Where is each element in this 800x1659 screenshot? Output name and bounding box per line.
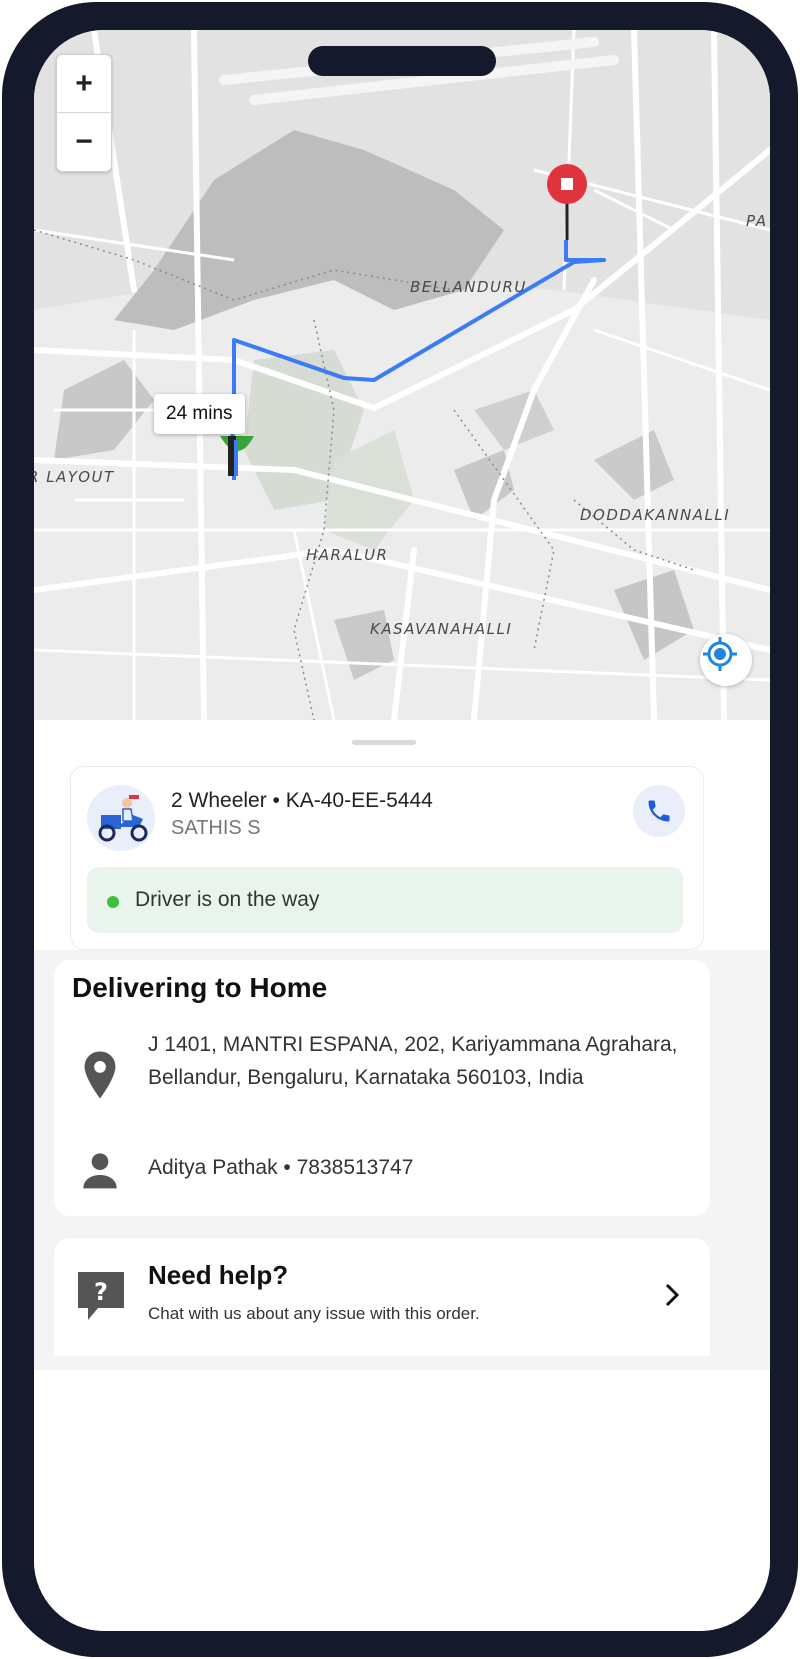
- zoom-control: + −: [56, 54, 112, 172]
- call-driver-button[interactable]: [633, 785, 685, 837]
- destination-pin-icon: [547, 164, 587, 240]
- map-place-label: DODDAKANNALLI: [580, 506, 731, 524]
- phone-icon: [648, 800, 670, 822]
- map-place-label: BELLANDURU: [410, 278, 527, 296]
- location-pin-icon: [84, 1051, 116, 1099]
- driver-status-banner: Driver is on the way: [87, 867, 683, 933]
- svg-text:?: ?: [94, 1278, 108, 1306]
- map-background: [34, 30, 770, 720]
- delivery-address: J 1401, MANTRI ESPANA, 202, Kariyammana …: [148, 1033, 678, 1089]
- status-dot: [107, 896, 119, 908]
- app-screen: BELLANDURU R LAYOUT DODDAKANNALLI HARALU…: [34, 30, 770, 1631]
- delivery-details-card: Delivering to Home J 1401, MANTRI ESPANA…: [54, 960, 710, 1216]
- map-place-label: R LAYOUT: [34, 468, 115, 486]
- delivery-title: Delivering to Home: [72, 972, 328, 1003]
- my-location-button[interactable]: [700, 634, 752, 686]
- bottom-sheet: 2 Wheeler • KA-40-EE-5444 SATHIS S Drive…: [34, 720, 770, 1631]
- map-place-label: KASAVANAHALLI: [370, 620, 513, 638]
- tracking-map[interactable]: BELLANDURU R LAYOUT DODDAKANNALLI HARALU…: [34, 30, 770, 720]
- eta-label: 24 mins: [154, 394, 245, 434]
- driver-name: SATHIS S: [171, 817, 261, 839]
- map-place-label: PA: [746, 212, 768, 230]
- map-place-label: HARALUR: [306, 546, 389, 564]
- vehicle-info: 2 Wheeler • KA-40-EE-5444: [171, 789, 433, 812]
- my-location-icon: [703, 637, 737, 671]
- help-subtitle: Chat with us about any issue with this o…: [148, 1304, 480, 1323]
- driver-marker-icon: [220, 436, 254, 476]
- delivery-bike-icon: [87, 785, 155, 851]
- chevron-right-icon[interactable]: [660, 1280, 684, 1310]
- help-title: Need help?: [148, 1260, 289, 1290]
- zoom-out-button[interactable]: −: [57, 113, 111, 170]
- phone-frame: BELLANDURU R LAYOUT DODDAKANNALLI HARALU…: [2, 2, 798, 1657]
- person-icon: [83, 1153, 117, 1189]
- chat-question-icon: ?: [78, 1272, 124, 1320]
- zoom-in-button[interactable]: +: [57, 55, 111, 112]
- recipient-contact: Aditya Pathak • 7838513747: [148, 1156, 414, 1179]
- driver-status-text: Driver is on the way: [135, 888, 320, 911]
- need-help-card[interactable]: ? Need help? Chat with us about any issu…: [54, 1238, 710, 1356]
- sheet-drag-handle[interactable]: [352, 740, 416, 745]
- phone-notch: [308, 46, 496, 76]
- driver-card: 2 Wheeler • KA-40-EE-5444 SATHIS S Drive…: [70, 766, 704, 950]
